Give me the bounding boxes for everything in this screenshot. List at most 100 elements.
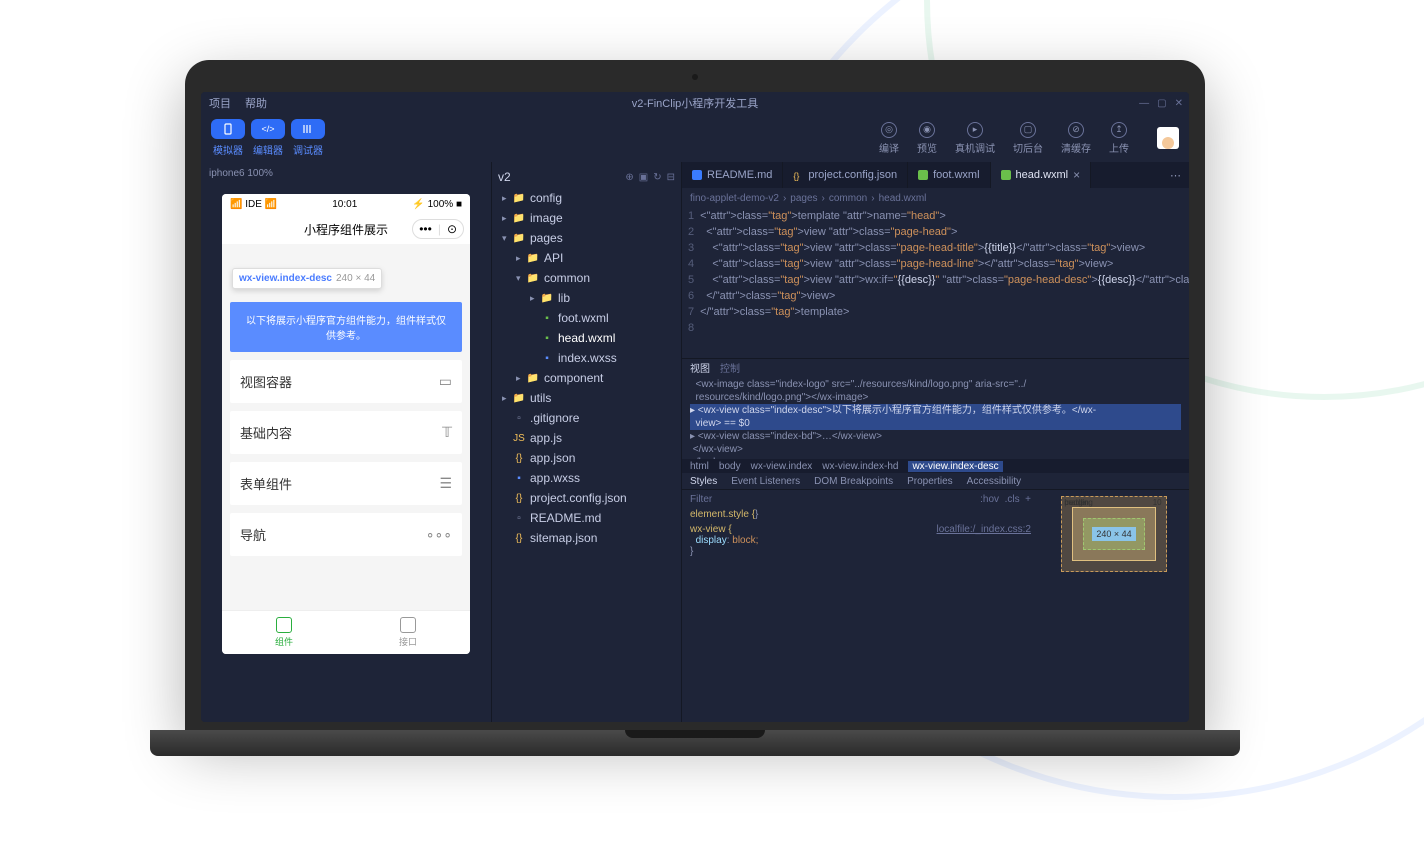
tab-console[interactable]: 控制 — [720, 360, 740, 375]
tree-item[interactable]: ▸📁utils — [492, 388, 681, 408]
list-item[interactable]: 视图容器▭ — [230, 360, 462, 403]
clear-cache-button[interactable]: ⊘清缓存 — [1061, 122, 1091, 155]
arrow-icon: ☰ — [439, 475, 452, 492]
phone-simulator[interactable]: 📶 IDE 📶 10:01 ⚡ 100% ■ 小程序组件展示 ••• | ⊙ — [222, 194, 470, 654]
cls-toggle[interactable]: .cls — [1005, 494, 1020, 505]
upload-button[interactable]: ↥上传 — [1109, 122, 1129, 155]
menu-project[interactable]: 项目 — [209, 95, 231, 111]
box-model: margin10 border padding 240 × 44 — [1039, 490, 1189, 578]
style-tab[interactable]: Accessibility — [967, 476, 1021, 487]
carrier-label: 📶 IDE 📶 — [230, 199, 277, 210]
breadcrumb[interactable]: fino-applet-demo-v2 › pages › common › h… — [682, 188, 1189, 208]
crumb-item[interactable]: html — [690, 461, 709, 472]
nav-title: 小程序组件展示 — [304, 221, 388, 238]
tree-item[interactable]: ▪foot.wxml — [492, 308, 681, 328]
tab-api[interactable]: 接口 — [346, 611, 470, 654]
file-icon — [793, 170, 803, 180]
filter-input[interactable]: Filter — [690, 494, 712, 505]
crumb-item[interactable]: wx-view.index — [751, 461, 813, 472]
crumb-item[interactable]: wx-view.index-desc — [908, 461, 1002, 472]
style-tab[interactable]: Event Listeners — [731, 476, 800, 487]
tree-item[interactable]: ▸📁API — [492, 248, 681, 268]
elements-panel[interactable]: <wx-image class="index-logo" src="../res… — [682, 376, 1189, 459]
element-breadcrumb[interactable]: html body wx-view.index wx-view.index-hd wx-… — [682, 459, 1189, 474]
editor-toggle[interactable]: </> 编辑器 — [251, 119, 285, 157]
tree-item[interactable]: {}sitemap.json — [492, 528, 681, 548]
close-icon[interactable]: × — [1073, 168, 1080, 182]
preview-button[interactable]: ◉预览 — [917, 122, 937, 155]
tree-item[interactable]: ▫README.md — [492, 508, 681, 528]
debugger-toggle[interactable]: 调试器 — [291, 119, 325, 157]
style-tab[interactable]: DOM Breakpoints — [814, 476, 893, 487]
toolbar: 模拟器 </> 编辑器 调试器 ◎编译 ◉预览 ▸真机调试 ▢切后台 — [201, 114, 1189, 162]
tree-item[interactable]: ▪app.wxss — [492, 468, 681, 488]
more-icon[interactable]: ⋯ — [1162, 169, 1189, 182]
style-tab[interactable]: Styles — [690, 476, 717, 487]
compile-button[interactable]: ◎编译 — [879, 122, 899, 155]
tree-item[interactable]: ▾📁common — [492, 268, 681, 288]
tree-item[interactable]: ▾📁pages — [492, 228, 681, 248]
code-editor[interactable]: 12345678 <"attr">class="tag">template "a… — [682, 208, 1189, 358]
new-file-icon[interactable]: ⊕ — [625, 172, 633, 183]
tree-item[interactable]: JSapp.js — [492, 428, 681, 448]
editor-tab[interactable]: head.wxml× — [991, 162, 1092, 188]
arrow-icon: 𝕋 — [442, 424, 452, 441]
tree-root[interactable]: v2 — [498, 170, 511, 184]
file-tree: v2 ⊕ ▣ ↻ ⊟ ▸📁config▸📁image▾📁pages▸📁API▾📁… — [491, 162, 681, 722]
styles-panel[interactable]: Filter :hov .cls + element.style {}</spa… — [682, 490, 1039, 578]
laptop-mockup: 项目 帮助 v2-FinClip小程序开发工具 — ▢ ✕ 模拟器 </> — [150, 60, 1240, 780]
more-icon[interactable]: ••• — [419, 222, 432, 236]
tree-item[interactable]: ▪index.wxss — [492, 348, 681, 368]
file-icon — [692, 170, 702, 180]
battery-label: ⚡ 100% ■ — [412, 199, 462, 210]
ide-window: 项目 帮助 v2-FinClip小程序开发工具 — ▢ ✕ 模拟器 </> — [201, 92, 1189, 722]
capsule-button[interactable]: ••• | ⊙ — [412, 219, 464, 239]
crumb-item[interactable]: body — [719, 461, 741, 472]
collapse-icon[interactable]: ⊟ — [667, 172, 675, 183]
tab-strip: README.mdproject.config.jsonfoot.wxmlhea… — [682, 162, 1189, 188]
style-tab[interactable]: Properties — [907, 476, 953, 487]
crumb-item[interactable]: wx-view.index-hd — [822, 461, 898, 472]
background-button[interactable]: ▢切后台 — [1013, 122, 1043, 155]
tree-item[interactable]: ▫.gitignore — [492, 408, 681, 428]
tab-bar: 组件 接口 — [222, 610, 470, 654]
devtools: 视图 控制 <wx-image class="index-logo" src="… — [682, 358, 1189, 578]
maximize-icon[interactable]: ▢ — [1157, 98, 1166, 109]
tab-inspect[interactable]: 视图 — [690, 360, 710, 375]
avatar[interactable] — [1157, 127, 1179, 149]
device-info: iphone6 100% — [201, 162, 491, 184]
editor-tab[interactable]: README.md — [682, 162, 783, 188]
refresh-icon[interactable]: ↻ — [653, 172, 661, 183]
time-label: 10:01 — [332, 199, 357, 210]
minimize-icon[interactable]: — — [1139, 98, 1149, 109]
arrow-icon: ∘∘∘ — [426, 526, 452, 543]
close-circle-icon[interactable]: ⊙ — [447, 222, 457, 236]
styles-tabs: Styles Event Listeners DOM Breakpoints Prop… — [682, 473, 1189, 490]
tree-item[interactable]: ▸📁image — [492, 208, 681, 228]
editor-tab[interactable]: foot.wxml — [908, 162, 990, 188]
tree-item[interactable]: {}app.json — [492, 448, 681, 468]
list-item[interactable]: 基础内容𝕋 — [230, 411, 462, 454]
add-rule-icon[interactable]: + — [1025, 494, 1031, 505]
simulator-toggle[interactable]: 模拟器 — [211, 119, 245, 157]
camera-icon — [692, 74, 698, 80]
list-item[interactable]: 表单组件☰ — [230, 462, 462, 505]
tree-item[interactable]: {}project.config.json — [492, 488, 681, 508]
desc-highlighted[interactable]: 以下将展示小程序官方组件能力，组件样式仅供参考。 — [230, 302, 462, 352]
tree-item[interactable]: ▸📁component — [492, 368, 681, 388]
tree-item[interactable]: ▸📁lib — [492, 288, 681, 308]
file-icon — [918, 170, 928, 180]
editor-tab[interactable]: project.config.json — [783, 162, 908, 188]
remote-debug-button[interactable]: ▸真机调试 — [955, 122, 995, 155]
devtools-top-tabs: 视图 控制 — [682, 359, 1189, 376]
menu-help[interactable]: 帮助 — [245, 95, 267, 111]
list-item[interactable]: 导航∘∘∘ — [230, 513, 462, 556]
tree-item[interactable]: ▪head.wxml — [492, 328, 681, 348]
tab-component[interactable]: 组件 — [222, 611, 346, 654]
tree-item[interactable]: ▸📁config — [492, 188, 681, 208]
new-folder-icon[interactable]: ▣ — [639, 172, 648, 183]
window-controls[interactable]: — ▢ ✕ — [1139, 98, 1183, 109]
close-icon[interactable]: ✕ — [1175, 98, 1183, 109]
hov-toggle[interactable]: :hov — [980, 494, 999, 505]
editor-pane: README.mdproject.config.jsonfoot.wxmlhea… — [681, 162, 1189, 722]
